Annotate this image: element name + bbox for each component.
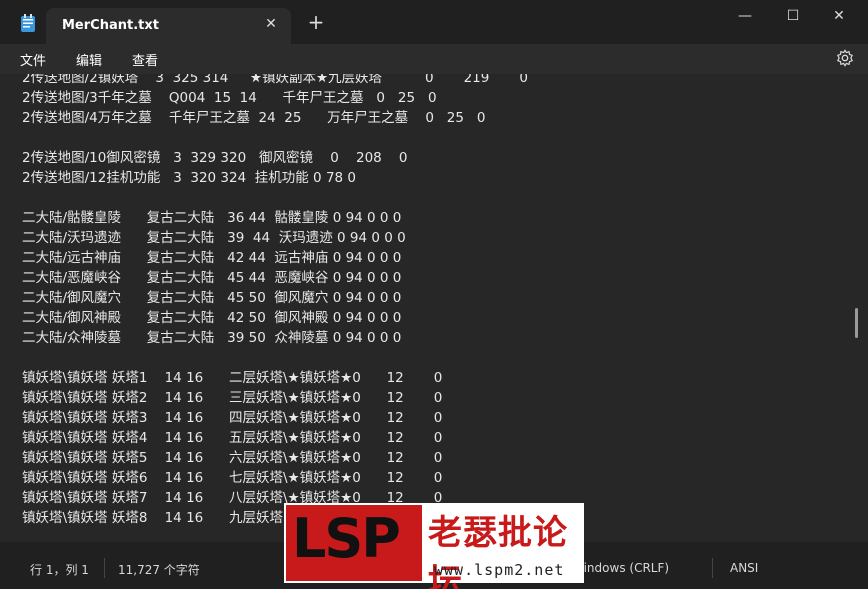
text-line: 镇妖塔\镇妖塔 妖塔4 14 16 五层妖塔\★镇妖塔★0 12 0 (22, 430, 443, 446)
text-line: 2传送地图/3千年之墓 Q004 15 14 千年尸王之墓 0 25 0 (22, 90, 437, 106)
line-ending[interactable]: Windows (CRLF) (572, 561, 669, 575)
text-line: 二大陆/众神陵墓 复古二大陆 39 50 众神陵墓 0 94 0 0 0 (22, 330, 402, 346)
watermark-logo-text: LSP (292, 507, 401, 570)
minimize-button[interactable]: — (722, 6, 768, 26)
tab-merchant[interactable]: MerChant.txt ✕ (46, 8, 291, 44)
text-line: 二大陆/御风魔穴 复古二大陆 45 50 御风魔穴 0 94 0 0 0 (22, 290, 402, 306)
text-line: 镇妖塔\镇妖塔 妖塔2 14 16 三层妖塔\★镇妖塔★0 12 0 (22, 390, 443, 406)
cursor-position: 行 1，列 1 (30, 563, 89, 577)
status-divider (712, 558, 713, 578)
title-bar: MerChant.txt ✕ + — ☐ ✕ (0, 0, 868, 44)
text-line: 二大陆/沃玛遗迹 复古二大陆 39 44 沃玛遗迹 0 94 0 0 0 (22, 230, 406, 246)
close-button[interactable]: ✕ (816, 6, 862, 26)
watermark-url: www.lspm2.net (434, 561, 565, 579)
text-line: 镇妖塔\镇妖塔 妖塔1 14 16 二层妖塔\★镇妖塔★0 12 0 (22, 370, 443, 386)
text-line: 2传送地图/12挂机功能 3 320 324 挂机功能 0 78 0 (22, 170, 356, 186)
vertical-scrollbar-thumb[interactable] (855, 308, 858, 338)
menu-bar: 文件 编辑 查看 (0, 44, 868, 74)
settings-gear-icon[interactable] (836, 49, 854, 67)
text-line: 镇妖塔\镇妖塔 妖塔6 14 16 七层妖塔\★镇妖塔★0 12 0 (22, 470, 443, 486)
text-line: 镇妖塔\镇妖塔 妖塔3 14 16 四层妖塔\★镇妖塔★0 12 0 (22, 410, 443, 426)
notepad-app-icon (21, 14, 35, 32)
text-line: 二大陆/远古神庙 复古二大陆 42 44 远古神庙 0 94 0 0 0 (22, 250, 402, 266)
text-line: 镇妖塔\镇妖塔 妖塔5 14 16 六层妖塔\★镇妖塔★0 12 0 (22, 450, 443, 466)
forum-watermark: LSP 老瑟批论坛 www.lspm2.net (284, 503, 584, 589)
encoding[interactable]: ANSI (730, 561, 758, 575)
text-line: 2传送地图/4万年之墓 千年尸王之墓 24 25 万年尸王之墓 0 25 0 (22, 110, 486, 126)
new-tab-button[interactable]: + (306, 12, 326, 32)
status-divider (104, 558, 105, 578)
text-line: 二大陆/骷髅皇陵 复古二大陆 36 44 骷髅皇陵 0 94 0 0 0 (22, 210, 402, 226)
text-line: 二大陆/御风神殿 复古二大陆 42 50 御风神殿 0 94 0 0 0 (22, 310, 402, 326)
notepad-window: MerChant.txt ✕ + — ☐ ✕ 文件 编辑 查看 2传送地图/2镇… (0, 0, 868, 589)
menu-edit[interactable]: 编辑 (76, 50, 102, 69)
text-line: 镇妖塔\镇妖塔 妖塔8 14 16 九层妖塔 (22, 510, 283, 526)
character-count: 11,727 个字符 (118, 563, 200, 577)
menu-view[interactable]: 查看 (132, 50, 158, 69)
text-line: 2传送地图/2镇妖塔 3 325 314 ★镇妖副本★九层妖塔 0 219 0 (22, 74, 528, 86)
tab-title: MerChant.txt (62, 18, 159, 33)
menu-file[interactable]: 文件 (20, 50, 46, 69)
watermark-logo-box: LSP (286, 505, 422, 581)
text-line: 2传送地图/10御风密镜 3 329 320 御风密镜 0 208 0 (22, 150, 408, 166)
tab-close-icon[interactable]: ✕ (263, 16, 279, 32)
maximize-button[interactable]: ☐ (770, 6, 816, 26)
text-line: 二大陆/恶魔峡谷 复古二大陆 45 44 恶魔峡谷 0 94 0 0 0 (22, 270, 402, 286)
text-editor-area[interactable]: 2传送地图/2镇妖塔 3 325 314 ★镇妖副本★九层妖塔 0 219 0 … (0, 74, 868, 542)
